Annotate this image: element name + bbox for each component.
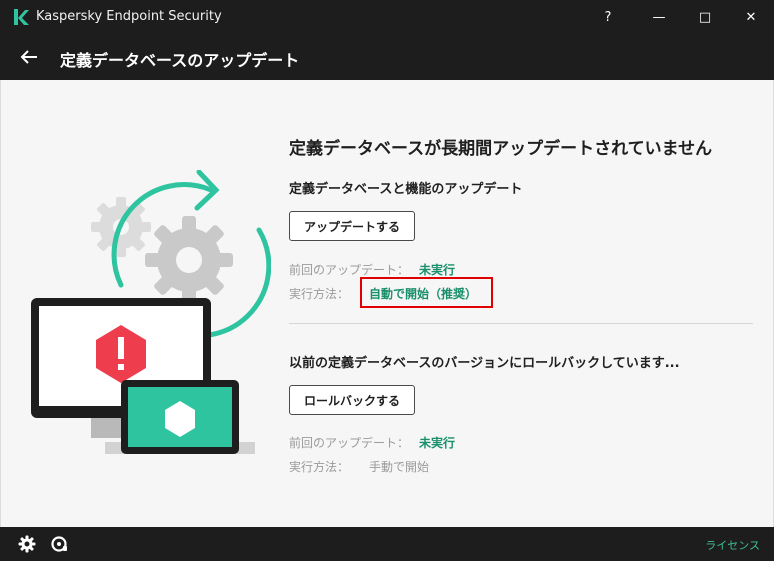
section-divider bbox=[289, 323, 753, 324]
rollback-last-update-value: 未実行 bbox=[419, 436, 456, 450]
back-button[interactable] bbox=[16, 44, 42, 70]
rollback-run-mode-link[interactable]: 手動で開始 bbox=[369, 458, 429, 475]
close-button[interactable]: ✕ bbox=[728, 0, 774, 34]
window-title: Kaspersky Endpoint Security bbox=[36, 9, 222, 24]
run-mode-label: 実行方法： bbox=[289, 287, 350, 301]
status-headline: 定義データベースが長期間アップデートされていません bbox=[289, 139, 713, 159]
rollback-run-mode-label: 実行方法： bbox=[289, 460, 350, 474]
support-icon[interactable] bbox=[50, 535, 68, 553]
large-gear-icon bbox=[145, 216, 233, 304]
title-bar: Kaspersky Endpoint Security ? — □ ✕ bbox=[0, 0, 774, 34]
laptop-icon bbox=[121, 380, 239, 454]
arrow-left-icon bbox=[20, 50, 37, 64]
maximize-button[interactable]: □ bbox=[682, 0, 728, 34]
gear-icon[interactable] bbox=[18, 535, 36, 553]
highlight-box bbox=[360, 277, 493, 308]
update-illustration bbox=[31, 170, 271, 454]
rollback-button[interactable]: ロールバックする bbox=[289, 385, 416, 415]
last-update-value: 未実行 bbox=[419, 263, 456, 277]
footer-bar: ライセンス bbox=[0, 527, 774, 561]
minimize-button[interactable]: — bbox=[636, 0, 682, 34]
update-section-title: 定義データベースと機能のアップデート bbox=[289, 182, 523, 197]
help-button[interactable]: ? bbox=[585, 0, 631, 34]
content-area: 定義データベースが長期間アップデートされていません 定義データベースと機能のアッ… bbox=[0, 80, 774, 527]
last-update-label: 前回のアップデート： bbox=[289, 263, 410, 277]
rollback-section-title: 以前の定義データベースのバージョンにロールバックしています... bbox=[289, 356, 680, 371]
page-header: 定義データベースのアップデート bbox=[0, 34, 774, 80]
license-link[interactable]: ライセンス bbox=[705, 537, 760, 553]
update-button[interactable]: アップデートする bbox=[289, 211, 416, 241]
kaspersky-logo-icon bbox=[14, 9, 29, 25]
rollback-last-update-label: 前回のアップデート： bbox=[289, 436, 410, 450]
page-title: 定義データベースのアップデート bbox=[60, 51, 300, 70]
